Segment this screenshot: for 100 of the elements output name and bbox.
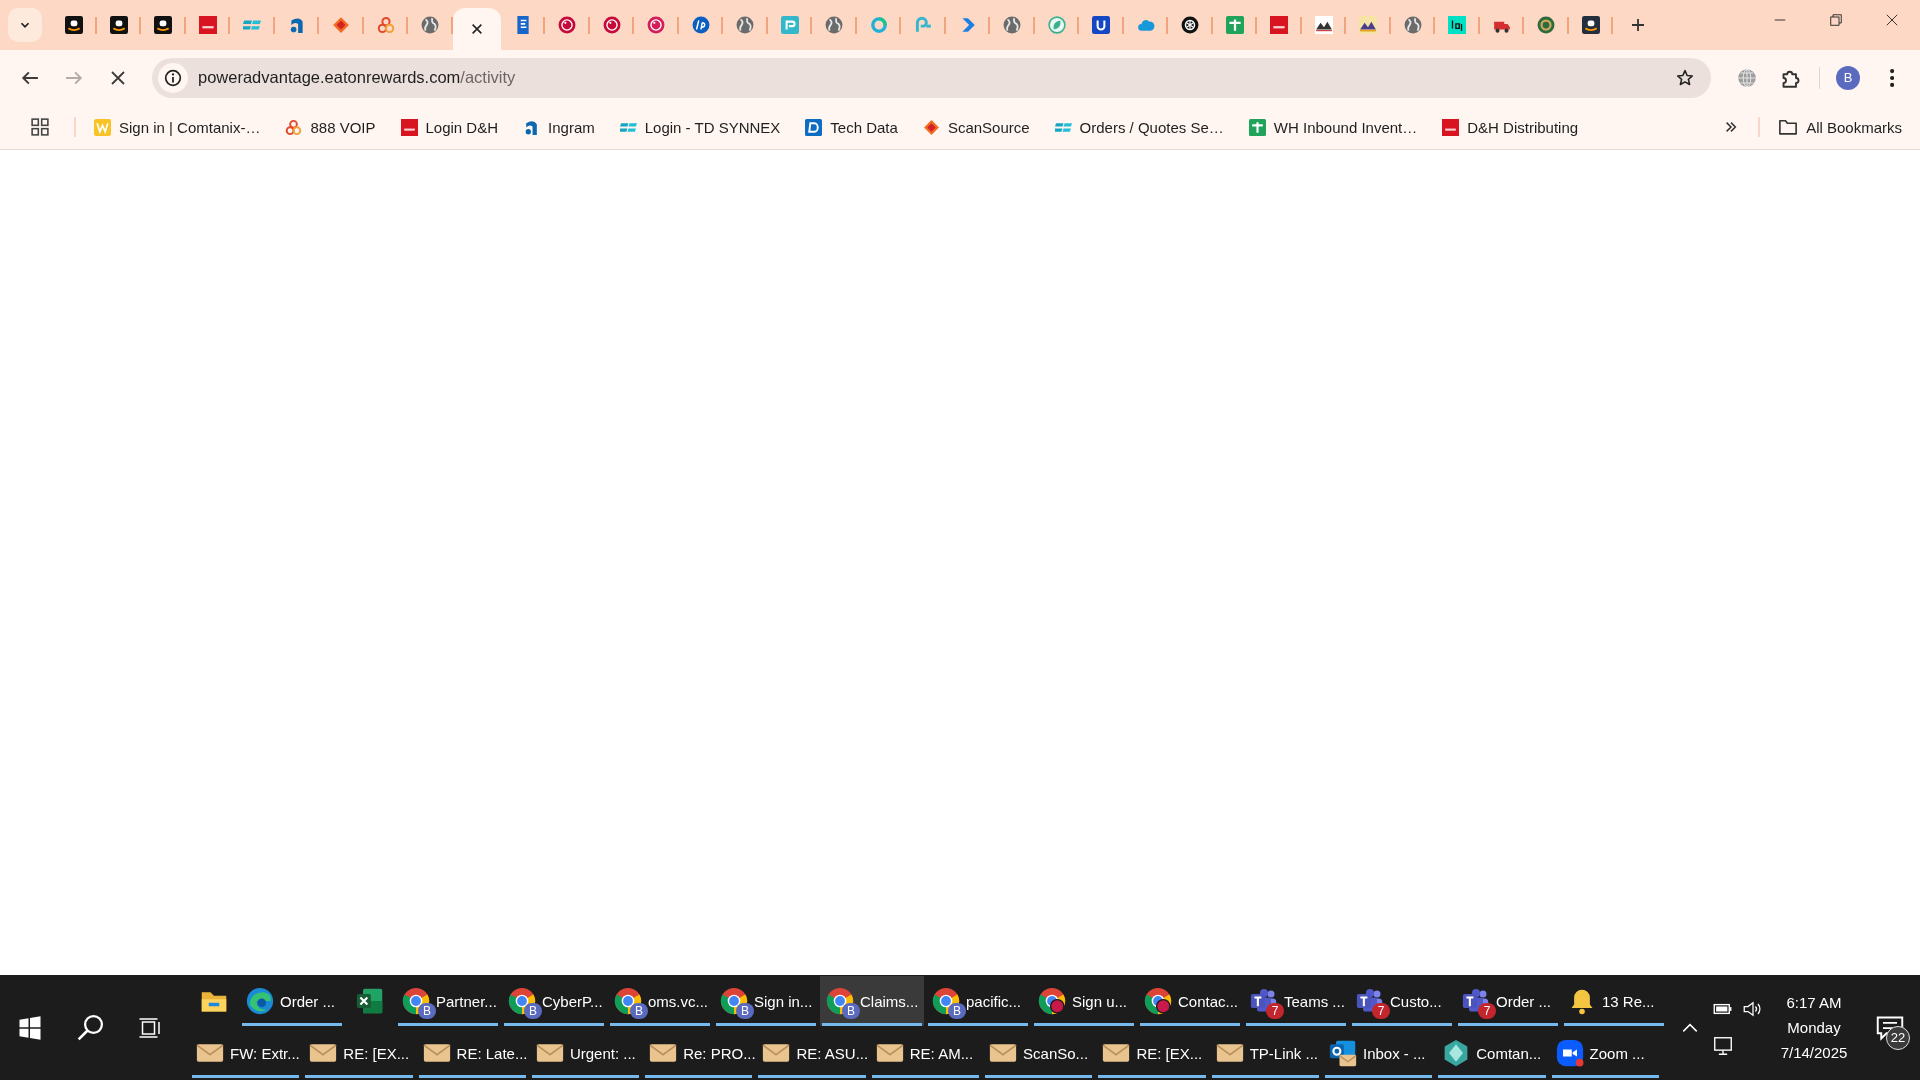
bookmark-link[interactable]: Sign in | Comtanix-… xyxy=(86,114,269,140)
circle-logo-icon xyxy=(602,16,621,34)
address-bar[interactable]: poweradvantage.eatonrewards.com/activity xyxy=(152,57,1711,98)
bookmark-link[interactable]: Tech Data xyxy=(797,114,906,140)
plus-square-icon xyxy=(1225,16,1244,34)
bookmark-link[interactable]: Login D&H xyxy=(392,114,507,140)
taskbar-button[interactable]: B Sign in... xyxy=(714,976,818,1026)
smile-logo-icon xyxy=(1581,16,1600,34)
taskbar-button[interactable]: 7 Teams ... xyxy=(1244,976,1348,1026)
taskbar-button[interactable]: B oms.vc... xyxy=(608,976,712,1026)
taskbar-button[interactable]: 7 Order ... xyxy=(1456,976,1560,1026)
task-view-icon xyxy=(138,1015,162,1040)
globe-icon xyxy=(1737,67,1757,88)
square-logo-icon xyxy=(198,16,217,34)
mountains-icon xyxy=(1314,16,1333,34)
double-chevron-icon xyxy=(1724,120,1739,134)
stop-icon xyxy=(110,69,126,86)
network-button[interactable] xyxy=(1712,1034,1734,1057)
taskbar-button[interactable]: RE: [EX... xyxy=(1096,1028,1208,1078)
bookmark-link[interactable]: ScanSource xyxy=(914,114,1038,140)
profile-badge: B xyxy=(524,1003,542,1019)
square-logo-icon xyxy=(400,118,418,136)
emblem-icon xyxy=(1537,16,1556,34)
taskbar-button[interactable]: Zoom ... xyxy=(1549,1028,1661,1078)
square-logo-icon xyxy=(1442,118,1460,136)
hook-icon xyxy=(914,16,933,34)
bookmark-link[interactable]: Ingram xyxy=(515,114,603,140)
taskbar-button[interactable]: 7 Custo... xyxy=(1350,976,1454,1026)
close-icon xyxy=(469,22,484,36)
globe-icon xyxy=(1403,16,1422,34)
taskbar-button[interactable]: B Claims... xyxy=(820,976,924,1026)
bookmark-link[interactable]: WH Inbound Invent… xyxy=(1240,114,1426,140)
taskbar-button[interactable]: Comtan... xyxy=(1436,1028,1548,1078)
video-app-icon xyxy=(1555,1039,1584,1067)
bookmark-link[interactable]: D&H Distributing xyxy=(1434,114,1587,140)
profile-button[interactable]: B xyxy=(1828,57,1868,98)
star-icon xyxy=(1676,68,1694,87)
profile-badge: B xyxy=(630,1003,648,1019)
grid-icon xyxy=(31,118,49,136)
smile-logo-icon xyxy=(65,16,84,34)
taskbar-button[interactable]: 13 Re... xyxy=(1562,976,1666,1026)
taskbar-button[interactable]: Re: PRO... xyxy=(643,1028,755,1078)
mountains-icon xyxy=(1359,16,1378,34)
ring-icon xyxy=(869,16,888,34)
folder-icon xyxy=(1778,117,1799,137)
taskbar-button[interactable]: Sign u... xyxy=(1032,976,1136,1026)
smile-logo-icon xyxy=(109,16,128,34)
url-text: poweradvantage.eatonrewards.com/activity xyxy=(198,68,517,87)
site-info-button[interactable] xyxy=(158,62,188,93)
bookmark-link[interactable]: Orders / Quotes Se… xyxy=(1046,114,1232,140)
taskbar-button[interactable]: Inbox - ... xyxy=(1322,1028,1435,1078)
taskbar-button[interactable]: Order ... xyxy=(240,976,344,1026)
bookmark-link[interactable]: Login - TD SYNNEX xyxy=(611,114,789,140)
notifications-button[interactable]: 22 xyxy=(1868,997,1912,1058)
windows-logo-icon xyxy=(18,1015,42,1040)
square-logo-icon xyxy=(805,118,823,136)
profile-badge: B xyxy=(736,1003,754,1019)
browser-icon xyxy=(1144,987,1172,1015)
spreadsheet-icon xyxy=(356,987,384,1015)
rings-icon xyxy=(376,16,395,34)
square-logo-icon xyxy=(1092,16,1111,34)
taskbar-button[interactable]: RE: Late... xyxy=(416,1028,528,1078)
info-icon xyxy=(164,68,182,87)
all-bookmarks-button[interactable]: All Bookmarks xyxy=(1770,113,1910,141)
taskbar-button[interactable]: RE: ASU... xyxy=(756,1028,868,1078)
square-logo-icon xyxy=(1270,16,1289,34)
taskbar-button[interactable]: RE: AM... xyxy=(869,1028,982,1078)
globe-icon xyxy=(825,16,844,34)
profile-badge: B xyxy=(842,1003,860,1019)
search-icon xyxy=(76,1013,104,1042)
count-badge: 7 xyxy=(1372,1003,1390,1019)
monitor-icon xyxy=(1712,1034,1734,1057)
square-logo-icon xyxy=(1448,16,1467,34)
knot-icon xyxy=(1181,16,1200,34)
taskbar-button[interactable]: ScanSo... xyxy=(983,1028,1095,1078)
count-badge: 7 xyxy=(1266,1003,1284,1019)
taskbar-button[interactable]: Urgent: ... xyxy=(529,1028,642,1078)
smile-logo-icon xyxy=(154,16,173,34)
taskbar-button[interactable]: RE: [EX... xyxy=(303,1028,415,1078)
count-badge: 7 xyxy=(1478,1003,1496,1019)
taskbar-button[interactable]: TP-Link ... xyxy=(1209,1028,1321,1078)
taskbar-button[interactable]: B pacific... xyxy=(926,976,1030,1026)
plus-icon xyxy=(1630,17,1646,33)
circle-logo-icon xyxy=(558,16,577,34)
circle-logo-icon xyxy=(691,16,710,34)
profile-badge: B xyxy=(948,1003,966,1019)
diamond-logo-icon xyxy=(922,118,940,136)
close-icon xyxy=(1886,14,1898,26)
taskbar-button[interactable]: Contac... xyxy=(1138,976,1242,1026)
globe-icon xyxy=(1003,16,1022,34)
menu-icon xyxy=(1889,68,1895,87)
envelope-icon xyxy=(1328,1039,1357,1067)
rings-icon xyxy=(285,118,303,136)
taskbar-button[interactable]: FW: Extr... xyxy=(190,1028,302,1078)
taskbar-button[interactable]: B CyberP... xyxy=(502,976,606,1026)
taskbar-button[interactable]: B Partner... xyxy=(396,976,500,1026)
bookmark-link[interactable]: 888 VOIP xyxy=(277,114,384,140)
browser-icon xyxy=(1038,987,1066,1015)
clock-button[interactable]: 6:17 AM Monday 7/14/2025 xyxy=(1766,975,1862,1080)
square-logo-icon xyxy=(780,16,799,34)
